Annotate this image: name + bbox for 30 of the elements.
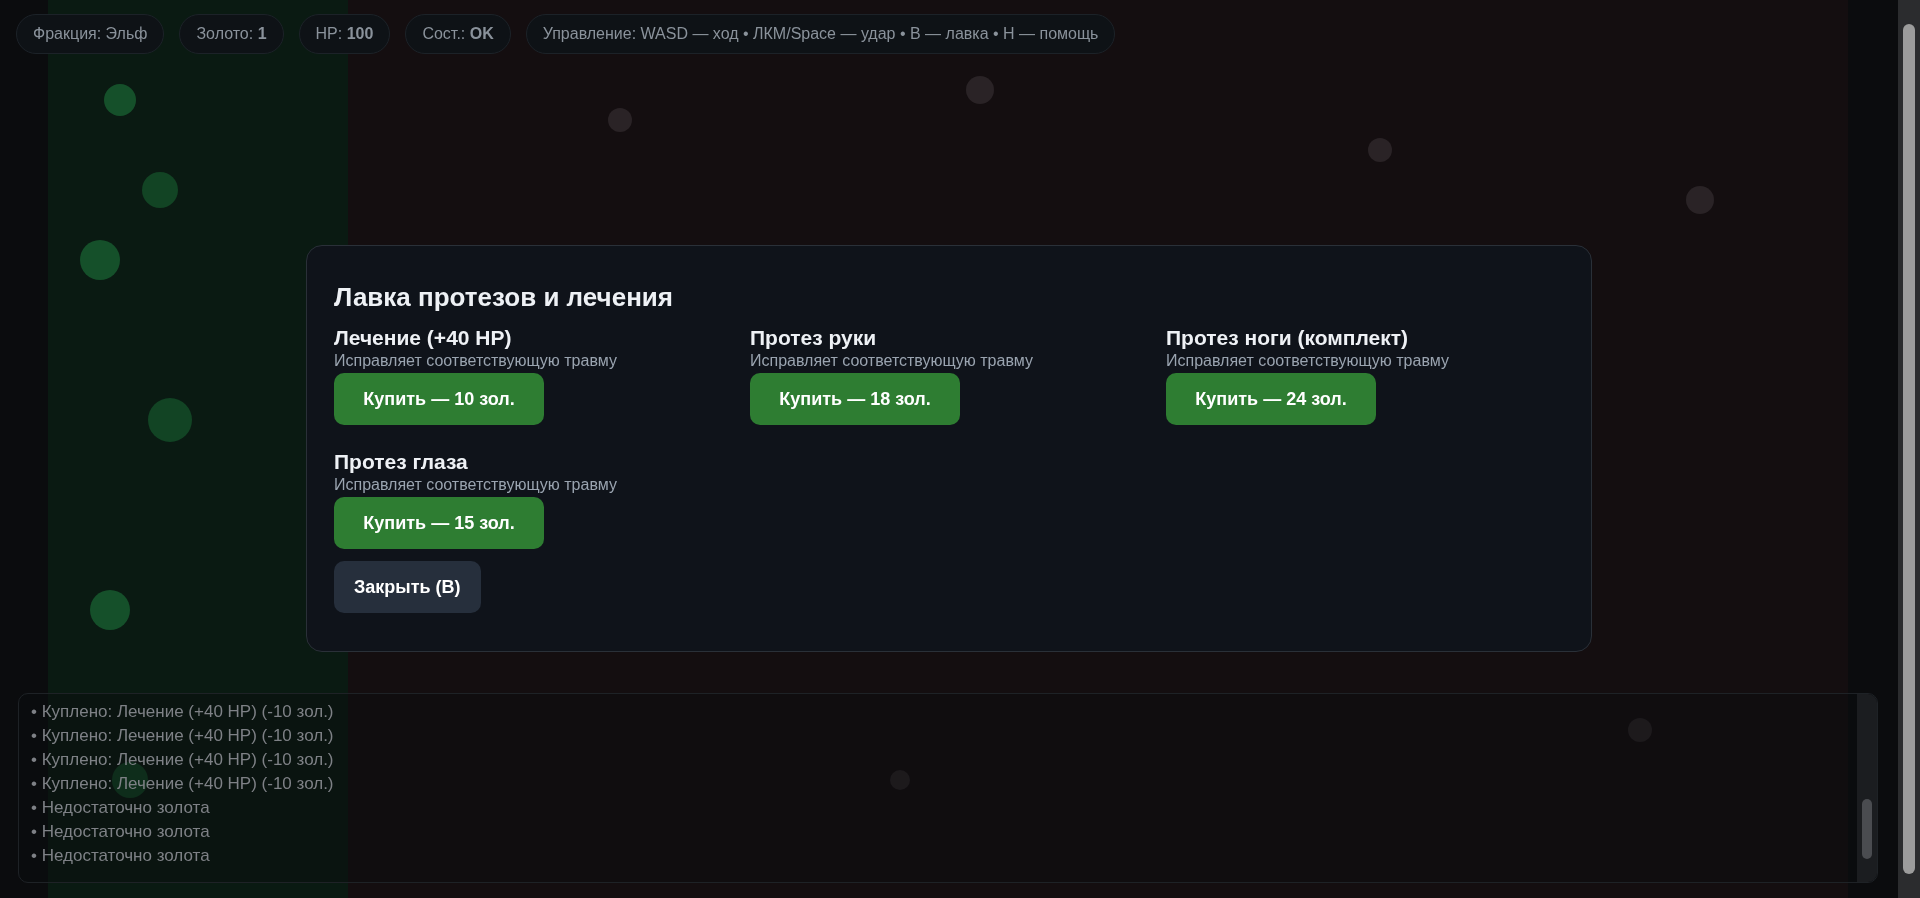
log-entry: • Куплено: Лечение (+40 HP) (-10 зол.) [31,749,334,771]
status-pill: Сост.: OK [405,14,511,54]
status-pill: Фракция: Эльф [16,14,165,54]
buy-button[interactable]: Купить — 24 зол. [1166,373,1376,425]
status-pill: Золото: 1 [179,14,284,54]
buy-button[interactable]: Купить — 18 зол. [750,373,960,425]
log-entry: • Недостаточно золота [31,797,210,819]
scroll-thumb[interactable] [1903,24,1915,874]
log-entry: • Куплено: Лечение (+40 HP) (-10 зол.) [31,725,334,747]
item-name: Протез глаза [334,449,468,475]
status-pill: Управление: WASD — ход • ЛКМ/Space — удар • B — лавка • H — помощь [525,14,1116,54]
item-description: Исправляет соответствующую травму [1166,351,1449,371]
item-description: Исправляет соответствующую травму [334,351,617,371]
log-entry: • Куплено: Лечение (+40 HP) (-10 зол.) [31,701,334,723]
buy-button[interactable]: Купить — 10 зол. [334,373,544,425]
log-entry: • Недостаточно золота [31,821,210,843]
item-name: Протез ноги (комплект) [1166,325,1408,351]
log-scrollbar[interactable] [1857,694,1877,882]
close-button[interactable]: Закрыть (B) [334,561,481,613]
status-pill: HP: 100 [298,14,391,54]
item-name: Протез руки [750,325,877,351]
item-description: Исправляет соответствующую травму [750,351,1033,371]
log-entry: • Куплено: Лечение (+40 HP) (-10 зол.) [31,773,334,795]
buy-button[interactable]: Купить — 15 зол. [334,497,544,549]
scroll-thumb[interactable] [1862,799,1872,859]
dialog-title: Лавка протезов и лечения [334,281,674,313]
item-name: Лечение (+40 HP) [334,325,512,351]
page-scrollbar[interactable] [1898,0,1920,898]
item-description: Исправляет соответствующую травму [334,475,617,495]
log-entry: • Недостаточно золота [31,845,210,867]
